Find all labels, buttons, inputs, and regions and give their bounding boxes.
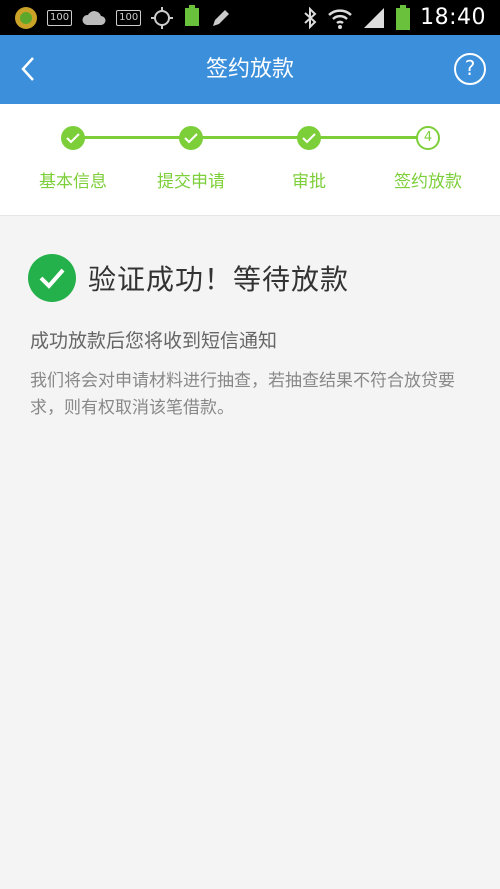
bluetooth-icon	[304, 6, 317, 29]
step-3-label: 审批	[292, 172, 326, 192]
result-header: 验证成功！等待放款	[28, 252, 349, 304]
clock-time: 18:40	[420, 5, 486, 30]
page-title: 签约放款	[205, 57, 294, 82]
step-3-check-icon	[297, 126, 321, 150]
wifi-icon	[328, 8, 352, 29]
cell-signal-icon	[364, 7, 385, 28]
notification-badge-100: 100	[47, 9, 73, 26]
sms-notice-text: 成功放款后您将收到短信通知	[30, 330, 278, 352]
app-notification-icon	[15, 6, 37, 29]
stepper-track	[73, 136, 428, 139]
battery-icon	[396, 4, 411, 30]
step-1-check-icon	[61, 126, 85, 150]
progress-stepper: 4 基本信息 提交申请 审批 签约放款	[0, 104, 500, 216]
status-right: 18:40	[302, 3, 486, 32]
status-left: 100 100	[14, 4, 232, 30]
step-1-label: 基本信息	[39, 172, 107, 192]
app-bar: 签约放款 ?	[0, 35, 500, 104]
step-2-check-icon	[179, 126, 203, 150]
step-4-number: 4	[416, 126, 440, 150]
status-bar: 100 100 18:40	[0, 0, 500, 35]
result-title: 验证成功！等待放款	[88, 263, 350, 296]
battery-full-icon	[185, 4, 200, 26]
gps-icon	[151, 6, 174, 29]
review-notice-text: 我们将会对申请材料进行抽查，若抽查结果不符合放贷要求，则有权取消该笔借款。	[30, 371, 455, 418]
help-button[interactable]: ?	[454, 53, 486, 85]
cloud-icon	[82, 10, 106, 25]
step-2-label: 提交申请	[157, 172, 225, 192]
step-4-label: 签约放款	[394, 172, 462, 192]
notification-badge-100-2: 100	[116, 9, 142, 26]
success-check-icon	[28, 254, 76, 302]
edit-pencil-icon	[213, 9, 230, 26]
